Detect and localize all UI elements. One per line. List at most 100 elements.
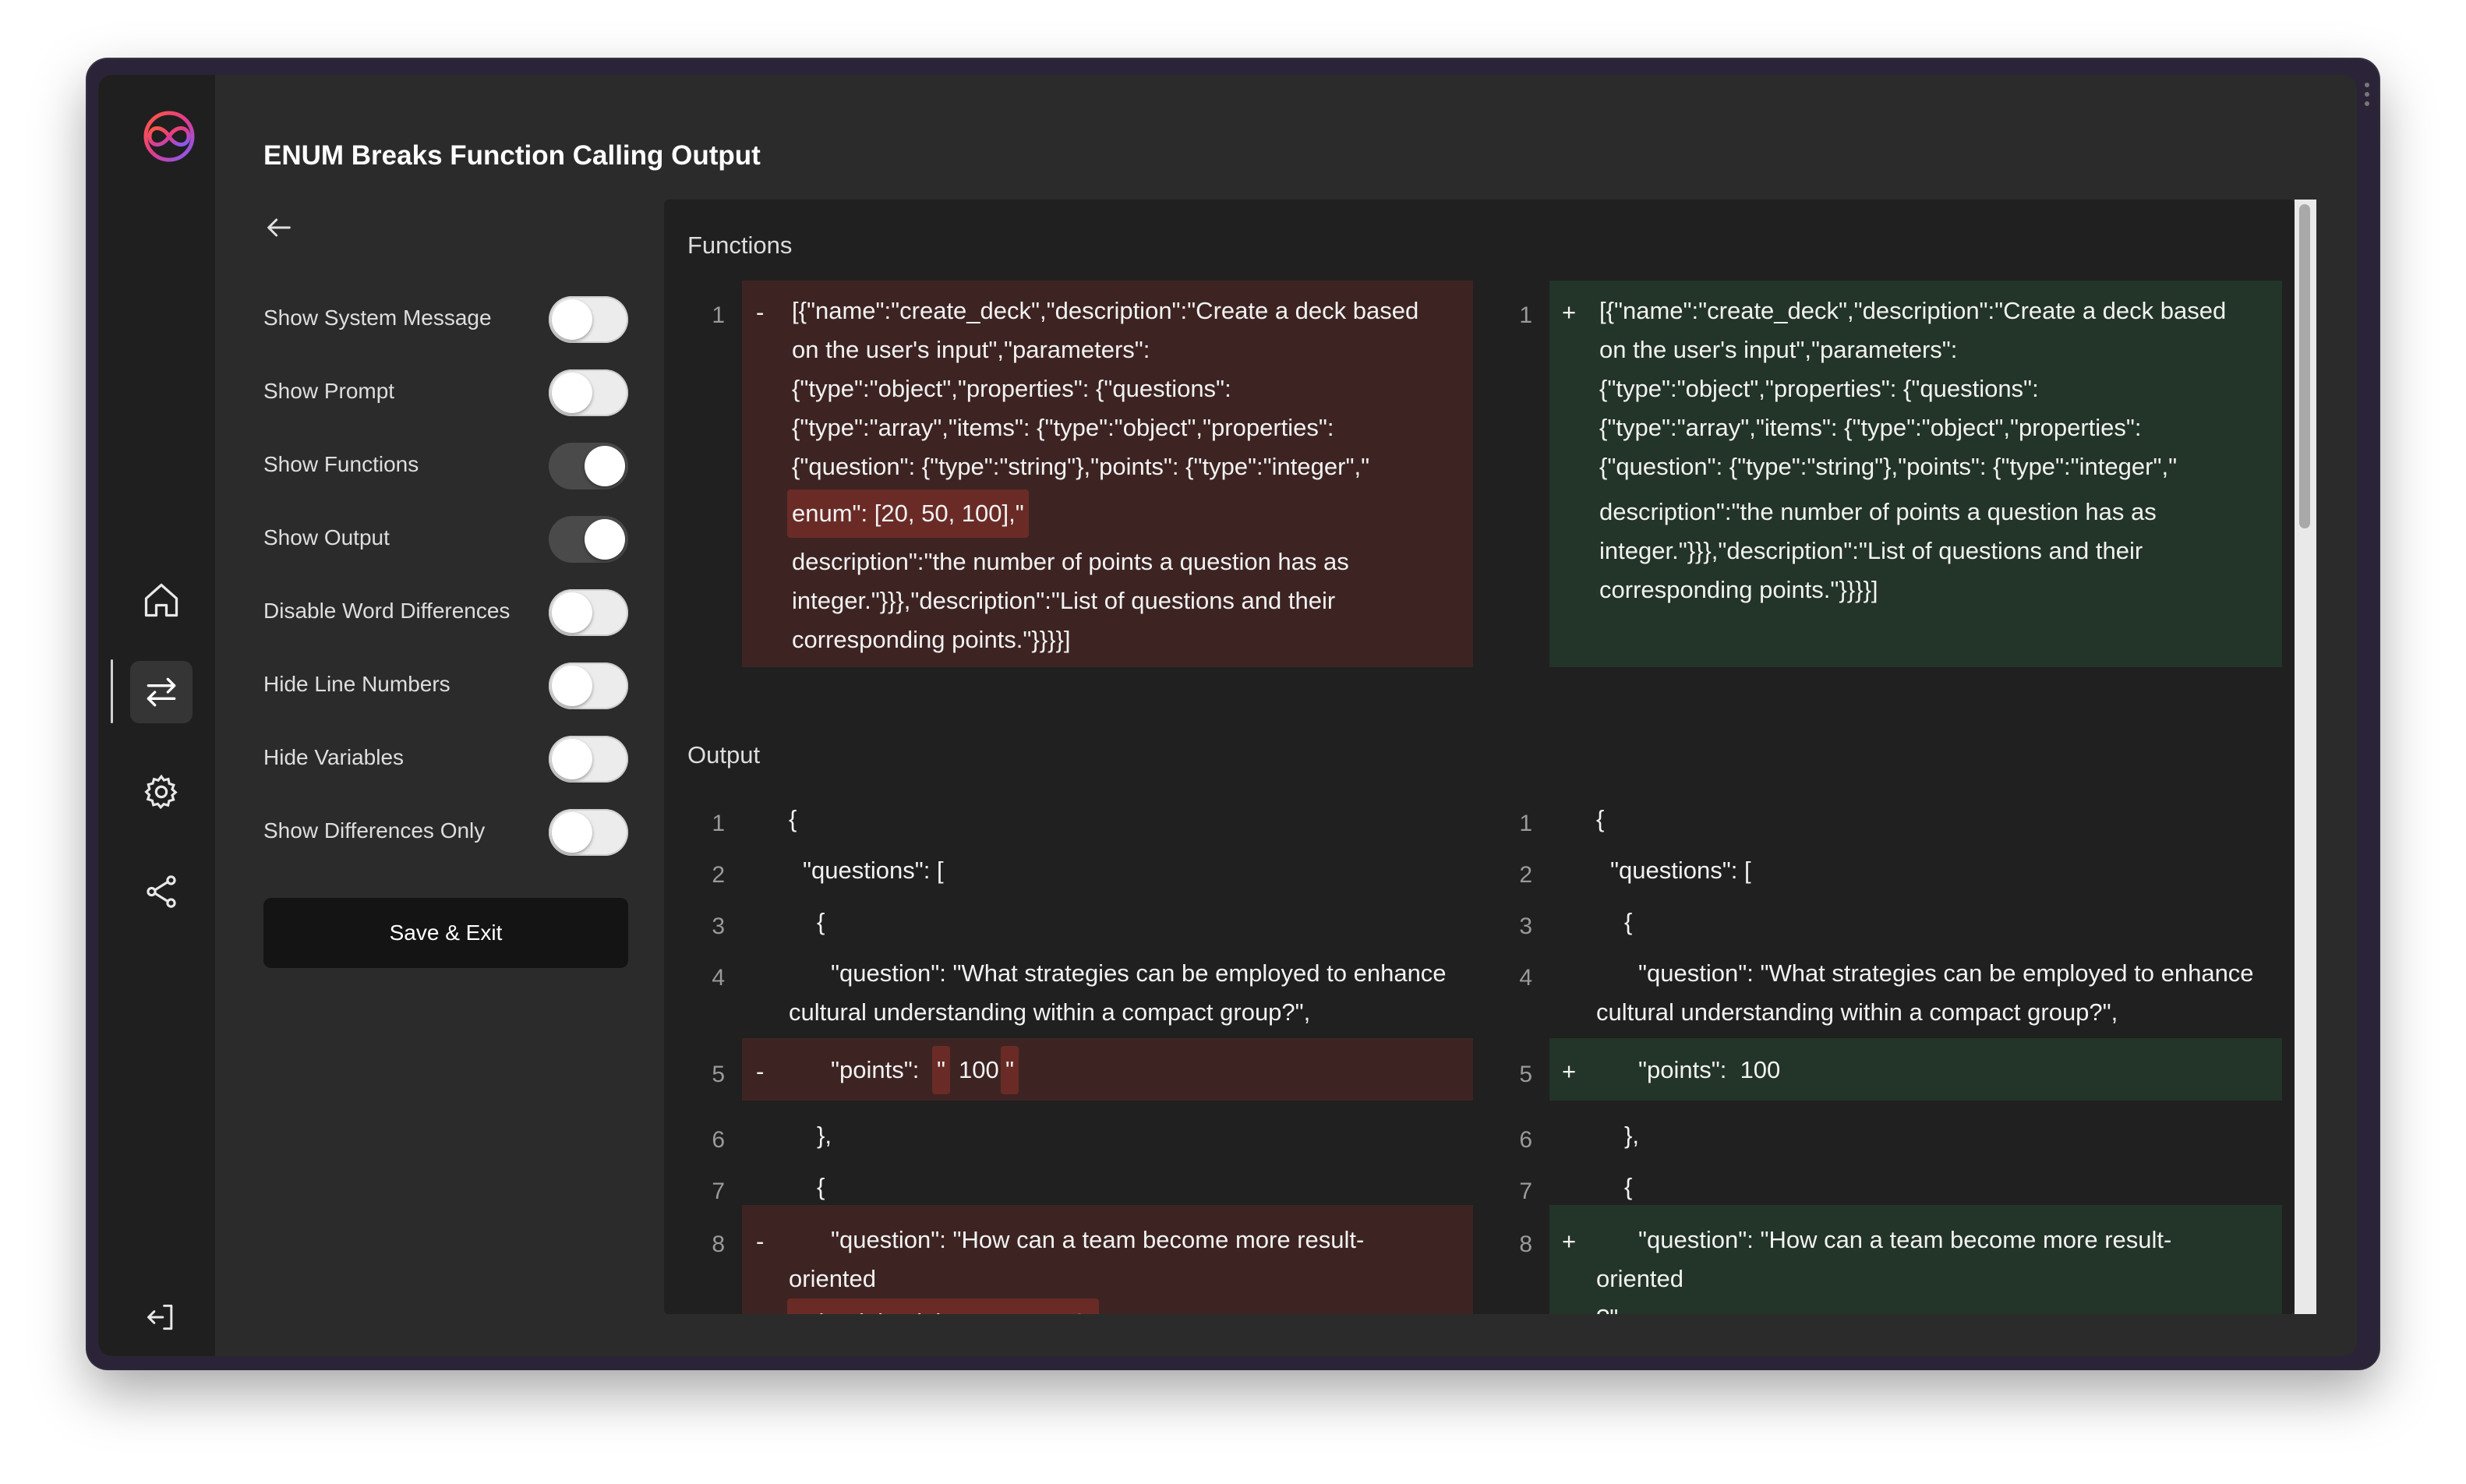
line-number: 3 xyxy=(712,913,725,939)
setting-hide-line-numbers: Hide Line Numbers xyxy=(263,648,628,722)
page-title: ENUM Breaks Function Calling Output xyxy=(263,140,761,171)
removed-word-highlight: enum": [20, 50, 100]," xyxy=(787,489,1029,538)
toggle-show-system-message[interactable] xyxy=(549,296,628,343)
line-number: 5 xyxy=(1519,1062,1532,1087)
toggle-knob xyxy=(552,373,592,413)
line-number: 2 xyxy=(1519,862,1532,888)
code-line: { xyxy=(817,1173,825,1200)
code-line: oriented xyxy=(789,1265,877,1292)
code-line: description":"the number of points a que… xyxy=(1599,498,2157,525)
code-value: 100 xyxy=(959,1056,999,1083)
setting-label: Disable Word Differences xyxy=(263,599,511,623)
toggle-hide-line-numbers[interactable] xyxy=(549,662,628,709)
scrollbar-thumb[interactable] xyxy=(2299,204,2310,528)
setting-label: Show Prompt xyxy=(263,379,395,403)
removed-word-highlight: " xyxy=(1001,1046,1019,1094)
share-icon[interactable] xyxy=(130,860,193,923)
setting-show-differences-only: Show Differences Only xyxy=(263,795,628,868)
code-line: cultural understanding within a compact … xyxy=(1596,998,2118,1026)
toggle-knob xyxy=(585,446,625,486)
toggle-show-prompt[interactable] xyxy=(549,369,628,416)
code-line: "points": xyxy=(831,1056,926,1083)
code-line: corresponding points."}}}}] xyxy=(792,626,1071,653)
toggle-show-output[interactable] xyxy=(549,516,628,563)
code-line: "question": "How can a team become more … xyxy=(1638,1226,2172,1253)
code-line: "question": "What strategies can be empl… xyxy=(831,959,1447,987)
code-line: on the user's input","parameters": xyxy=(792,336,1150,363)
removed-word-highlight: ... by doing it in a compact?" xyxy=(787,1298,1100,1314)
toggle-knob xyxy=(552,812,592,853)
toggle-show-differences-only[interactable] xyxy=(549,809,628,856)
toggle-disable-word-differences[interactable] xyxy=(549,589,628,636)
setting-hide-variables: Hide Variables xyxy=(263,722,628,795)
app-window: ENUM Breaks Function Calling Output Show… xyxy=(87,59,2379,1369)
code-line: }, xyxy=(1624,1122,1639,1149)
back-arrow-icon[interactable] xyxy=(263,212,295,243)
setting-show-system-message: Show System Message xyxy=(263,282,628,355)
removed-word-highlight: " xyxy=(932,1046,951,1094)
toggle-knob xyxy=(552,739,592,779)
line-number: 1 xyxy=(712,302,725,328)
diff-minus-sign: - xyxy=(756,299,765,326)
line-number: 3 xyxy=(1519,913,1532,939)
line-number: 4 xyxy=(712,965,725,991)
nav-rail xyxy=(98,75,215,1356)
diff-minus-sign: - xyxy=(756,1228,765,1255)
gear-icon[interactable] xyxy=(130,761,193,823)
line-number: 7 xyxy=(712,1178,725,1204)
code-line: "question": "How can a team become more … xyxy=(831,1226,1365,1253)
panel-scrollbar[interactable] xyxy=(2295,200,2316,1314)
code-line: on the user's input","parameters": xyxy=(1599,336,1958,363)
diff-plus-sign: + xyxy=(1562,1058,1577,1085)
line-number: 1 xyxy=(712,811,725,836)
diff-plus-sign: + xyxy=(1562,1228,1577,1255)
setting-label: Show System Message xyxy=(263,306,492,330)
toggle-show-functions[interactable] xyxy=(549,443,628,489)
toggle-knob xyxy=(552,592,592,633)
code-line: {"question": {"type":"string"},"points":… xyxy=(1599,453,2178,480)
toggle-knob xyxy=(552,666,592,706)
line-number: 5 xyxy=(712,1062,725,1087)
code-line: { xyxy=(817,908,825,935)
code-line: cultural understanding within a compact … xyxy=(789,998,1311,1026)
setting-label: Show Differences Only xyxy=(263,818,486,843)
toggle-knob xyxy=(585,519,625,560)
line-number: 6 xyxy=(712,1127,725,1153)
diff-minus-sign: - xyxy=(756,1058,765,1085)
functions-section-title: Functions xyxy=(687,231,793,259)
setting-show-output: Show Output xyxy=(263,502,628,575)
window-menu-icon[interactable] xyxy=(2365,83,2371,111)
logo-icon xyxy=(143,111,195,162)
code-line: oriented xyxy=(1596,1265,1684,1292)
compare-icon[interactable] xyxy=(130,661,193,723)
setting-label: Show Functions xyxy=(263,452,419,476)
code-line: "points": 100 xyxy=(1638,1056,1781,1083)
code-line: [{"name":"create_deck","description":"Cr… xyxy=(1599,297,2227,324)
code-line: }, xyxy=(817,1122,832,1149)
settings-list: Show System Message Show Prompt Show Fun… xyxy=(263,282,628,868)
code-line: integer."}}},"description":"List of ques… xyxy=(1599,537,2143,564)
code-line: integer."}}},"description":"List of ques… xyxy=(792,587,1336,614)
toggle-hide-variables[interactable] xyxy=(549,736,628,783)
code-line: {"question": {"type":"string"},"points":… xyxy=(792,453,1370,480)
setting-label: Show Output xyxy=(263,525,390,549)
code-line: "questions": [ xyxy=(803,857,944,884)
main-content: ENUM Breaks Function Calling Output Show… xyxy=(215,75,2357,1356)
line-number: 4 xyxy=(1519,965,1532,991)
save-exit-button[interactable]: Save & Exit xyxy=(263,898,628,968)
line-number: 1 xyxy=(1519,811,1532,836)
setting-show-functions: Show Functions xyxy=(263,429,628,502)
line-number: 7 xyxy=(1519,1178,1532,1204)
home-icon[interactable] xyxy=(130,569,193,631)
code-line: "questions": [ xyxy=(1610,857,1751,884)
code-line: {"type":"object","properties": {"questio… xyxy=(1599,375,2039,402)
line-number: 8 xyxy=(712,1231,725,1257)
setting-label: Hide Variables xyxy=(263,745,405,769)
line-number: 1 xyxy=(1519,302,1532,328)
code-line: {"type":"array","items": {"type":"object… xyxy=(792,414,1334,441)
line-number: 2 xyxy=(712,862,725,888)
code-line: ?", xyxy=(1596,1298,1625,1314)
line-number: 6 xyxy=(1519,1127,1532,1153)
output-section-title: Output xyxy=(687,741,761,768)
logout-icon[interactable] xyxy=(130,1286,193,1348)
